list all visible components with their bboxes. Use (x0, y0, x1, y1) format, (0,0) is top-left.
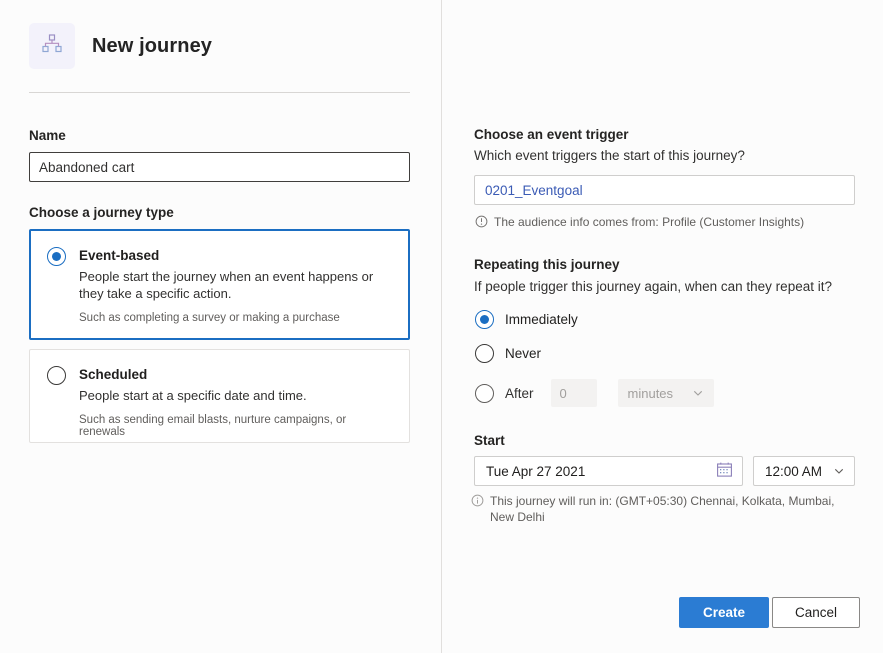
chevron-down-icon (692, 387, 704, 399)
repeat-after-amount-input[interactable] (550, 379, 597, 407)
journey-type-label: Choose a journey type (29, 205, 174, 220)
audience-info-text: The audience info comes from: Profile (C… (494, 215, 805, 229)
journey-type-example: Such as completing a survey or making a … (79, 312, 340, 324)
start-date-value: Tue Apr 27 2021 (486, 463, 586, 479)
radio-never[interactable] (475, 344, 494, 363)
journey-type-description: People start at a specific date and time… (79, 388, 307, 403)
start-date-field[interactable]: Tue Apr 27 2021 (474, 456, 743, 486)
event-trigger-input[interactable] (474, 175, 855, 205)
event-trigger-subheading: Which event triggers the start of this j… (474, 148, 745, 163)
start-time-value: 12:00 AM (765, 463, 823, 479)
calendar-icon[interactable] (716, 461, 733, 481)
info-circle-icon (475, 215, 488, 232)
repeating-subheading: If people trigger this journey again, wh… (474, 279, 832, 294)
radio-scheduled[interactable] (47, 366, 66, 385)
org-chart-icon (40, 32, 64, 61)
name-input[interactable] (29, 152, 410, 182)
chevron-down-icon (833, 465, 845, 477)
event-trigger-heading: Choose an event trigger (474, 127, 629, 142)
radio-event-based[interactable] (47, 247, 66, 266)
right-panel: Choose an event trigger Which event trig… (442, 0, 883, 653)
repeat-option-immediately[interactable]: Immediately (475, 310, 578, 329)
journey-type-example: Such as sending email blasts, nurture ca… (79, 414, 347, 438)
start-heading: Start (474, 433, 505, 448)
repeat-after-unit-dropdown[interactable]: minutes (617, 379, 714, 407)
timezone-info: This journey will run in: (GMT+05:30) Ch… (471, 493, 841, 525)
repeat-option-label: Never (505, 346, 542, 361)
dialog-header: New journey (29, 23, 212, 69)
header-divider (29, 92, 410, 93)
journey-type-title: Event-based (79, 248, 160, 263)
repeat-after-unit-value: minutes (627, 385, 674, 401)
journey-icon-container (29, 23, 75, 69)
repeat-option-label: Immediately (505, 312, 578, 327)
repeat-option-label: After (505, 385, 534, 401)
radio-immediately[interactable] (475, 310, 494, 329)
left-panel: New journey Name Choose a journey type E… (0, 0, 441, 653)
cancel-button[interactable]: Cancel (772, 597, 860, 628)
journey-type-title: Scheduled (79, 367, 148, 382)
timezone-info-text: This journey will run in: (GMT+05:30) Ch… (490, 494, 835, 524)
journey-type-option-event-based[interactable]: Event-based People start the journey whe… (29, 229, 410, 340)
journey-type-description: People start the journey when an event h… (79, 269, 374, 301)
page-title: New journey (92, 34, 213, 57)
info-circle-icon (471, 494, 484, 511)
repeat-option-after[interactable]: After minutes (475, 379, 714, 407)
audience-info: The audience info comes from: Profile (C… (475, 214, 865, 232)
radio-after[interactable] (475, 383, 494, 403)
start-time-dropdown[interactable]: 12:00 AM (753, 456, 855, 486)
create-button[interactable]: Create (679, 597, 769, 628)
repeating-heading: Repeating this journey (474, 257, 620, 272)
journey-type-option-scheduled[interactable]: Scheduled People start at a specific dat… (29, 349, 410, 443)
repeat-option-never[interactable]: Never (475, 344, 541, 363)
name-label: Name (29, 128, 66, 143)
